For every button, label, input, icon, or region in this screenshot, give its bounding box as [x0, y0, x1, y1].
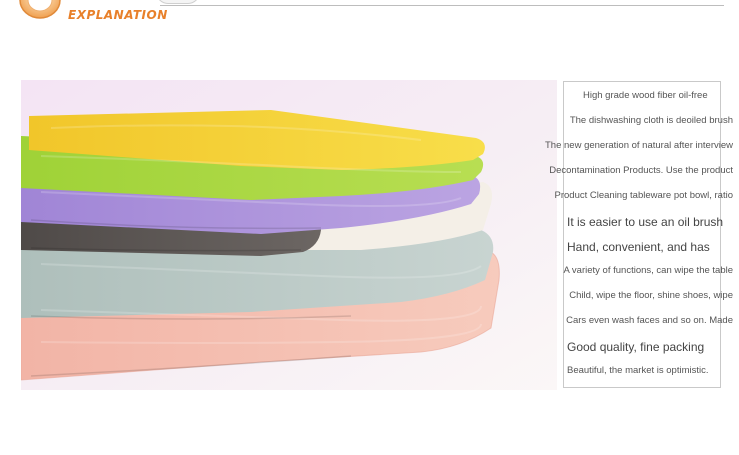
description-line: Hand, convenient, and has: [567, 240, 710, 254]
section-badge-icon: [19, 0, 61, 19]
description-line: The new generation of natural after inte…: [545, 140, 733, 151]
description-line: It is easier to use an oil brush: [567, 215, 724, 229]
section-title: EXPLANATION: [68, 8, 168, 22]
header-decoration: [156, 0, 200, 4]
description-line: Child, wipe the floor, shine shoes, wipe: [569, 290, 733, 301]
description-line: Product Cleaning tableware pot bowl, rat…: [554, 190, 734, 201]
description-line: Cars even wash faces and so on. Made: [566, 315, 733, 326]
description-line: Decontamination Products. Use the produc…: [549, 165, 733, 176]
product-photo: [21, 80, 557, 390]
description-line: High grade wood fiber oil-free: [583, 90, 708, 101]
description-line: Beautiful, the market is optimistic.: [567, 365, 709, 376]
stacked-cloths-image: [21, 80, 557, 390]
section-header: EXPLANATION: [0, 0, 739, 32]
description-line: The dishwashing cloth is deoiled brush: [569, 115, 733, 126]
description-line: A variety of functions, can wipe the tab…: [563, 265, 733, 276]
description-line: Good quality, fine packing: [567, 340, 705, 354]
header-divider: [160, 5, 724, 6]
